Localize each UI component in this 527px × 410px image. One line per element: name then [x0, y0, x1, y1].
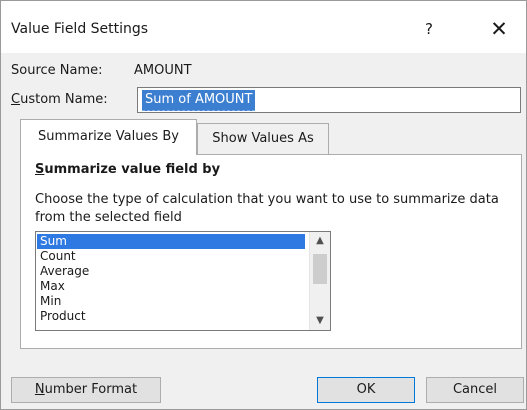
scroll-up-arrow-icon[interactable]: ▲ [310, 232, 330, 250]
calculation-listbox[interactable]: Sum Count Average Max Min Product ▲ ▼ [35, 231, 331, 331]
listbox-scrollbar[interactable]: ▲ ▼ [309, 232, 330, 330]
value-field-settings-dialog: Value Field Settings ? ✕ Source Name: AM… [0, 0, 527, 410]
cancel-button[interactable]: Cancel [426, 377, 524, 403]
ok-button[interactable]: OK [317, 377, 415, 403]
scroll-thumb[interactable] [313, 254, 327, 284]
calculation-description: Choose the type of calculation that you … [35, 192, 499, 225]
source-name-label: Source Name: [11, 63, 103, 78]
tab-summarize-values-by[interactable]: Summarize Values By [20, 119, 197, 155]
question-mark-icon: ? [425, 20, 433, 38]
custom-name-input[interactable]: Sum of AMOUNT [137, 87, 521, 113]
number-format-label-rest: umber Format [44, 382, 138, 397]
dialog-title: Value Field Settings [11, 21, 149, 37]
section-heading: Summarize value field by [35, 162, 220, 177]
section-heading-accesskey: S [35, 162, 45, 177]
close-button[interactable]: ✕ [484, 15, 514, 43]
custom-name-input-text: Sum of AMOUNT [142, 90, 256, 111]
close-icon: ✕ [490, 17, 508, 41]
list-item-max[interactable]: Max [37, 279, 305, 294]
list-item-average[interactable]: Average [37, 264, 305, 279]
list-item-product[interactable]: Product [37, 309, 305, 324]
summarize-tab-panel: Summarize value field by Choose the type… [20, 154, 522, 349]
tab-show-values-as[interactable]: Show Values As [197, 123, 329, 154]
scroll-down-arrow-icon[interactable]: ▼ [310, 312, 330, 330]
help-button[interactable]: ? [415, 17, 443, 41]
list-item-count[interactable]: Count [37, 249, 305, 264]
custom-name-label-accesskey: C [11, 92, 21, 107]
custom-name-label: Custom Name: [11, 92, 108, 107]
section-heading-rest: ummarize value field by [44, 162, 221, 177]
list-item-min[interactable]: Min [37, 294, 305, 309]
custom-name-label-rest: ustom Name: [20, 92, 108, 107]
number-format-accesskey: N [34, 382, 45, 397]
number-format-button[interactable]: Number Format [11, 377, 161, 403]
source-name-value: AMOUNT [134, 63, 192, 78]
list-item-sum[interactable]: Sum [37, 234, 305, 249]
title-bar: Value Field Settings ? ✕ [1, 1, 526, 53]
